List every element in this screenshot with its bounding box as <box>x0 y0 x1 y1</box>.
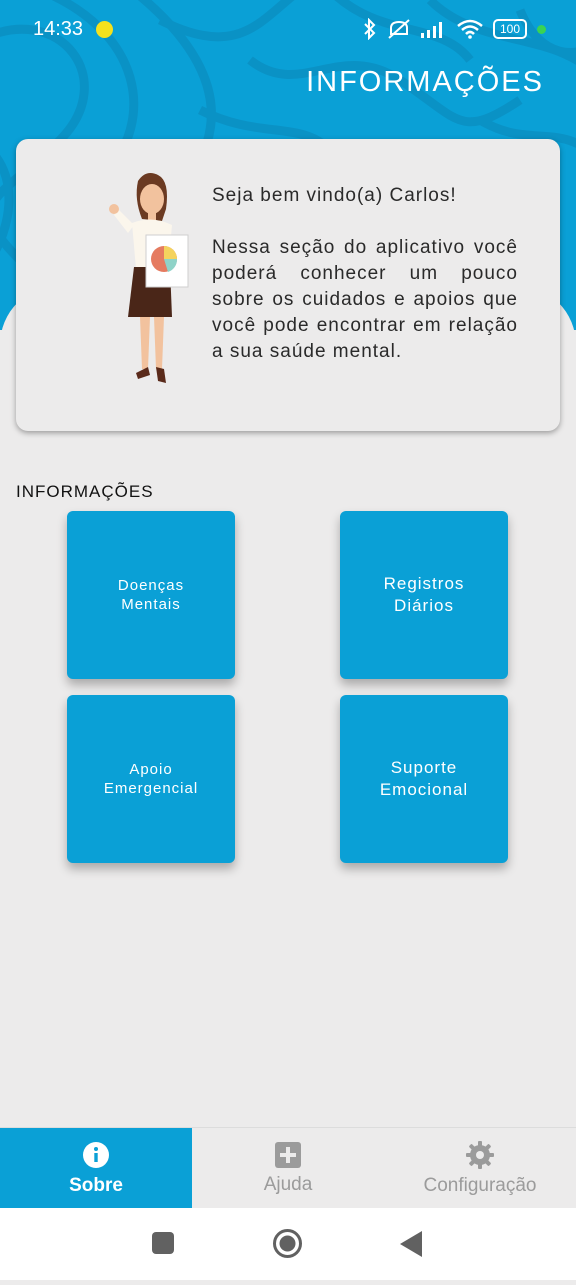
nav-item-sobre[interactable]: Sobre <box>0 1128 192 1209</box>
status-icons: 100 <box>363 18 546 40</box>
nav-label: Sobre <box>69 1174 123 1196</box>
plus-box-icon <box>275 1141 301 1168</box>
page-title: INFORMAÇÕES <box>306 66 544 98</box>
tile-suporte-emocional[interactable]: Suporte Emocional <box>340 695 508 863</box>
battery-indicator: 100 <box>492 19 527 39</box>
mute-icon <box>388 19 410 39</box>
tile-label: Doenças Mentais <box>117 577 185 613</box>
status-time: 14:33 <box>33 18 84 40</box>
status-bar: 14:33 100 <box>0 0 576 60</box>
wifi-icon <box>457 19 483 39</box>
welcome-text: Seja bem vindo(a) Carlos! Nessa seção do… <box>212 183 518 391</box>
tile-registros-diarios[interactable]: Registros Diários <box>340 511 508 679</box>
privacy-dot <box>537 24 546 34</box>
app-notification-icon <box>96 21 113 38</box>
welcome-card: Seja bem vindo(a) Carlos! Nessa seção do… <box>16 139 560 431</box>
tile-label: Registros Diários <box>383 574 465 615</box>
woman-presenter-illustration <box>109 173 189 383</box>
bottom-navigation: Sobre Ajuda Configuração <box>0 1127 576 1209</box>
tile-doencas-mentais[interactable]: Doenças Mentais <box>67 511 235 679</box>
bluetooth-icon <box>364 18 376 40</box>
tile-apoio-emergencial[interactable]: Apoio Emergencial <box>67 695 235 863</box>
tile-label: Apoio Emergencial <box>103 761 199 797</box>
signal-icon <box>420 22 442 38</box>
welcome-greeting: Seja bem vindo(a) Carlos! <box>212 185 457 206</box>
home-circle-icon[interactable] <box>272 1228 303 1259</box>
section-label: INFORMAÇÕES <box>16 482 154 501</box>
recents-square-icon[interactable] <box>152 1232 174 1254</box>
back-triangle-icon[interactable] <box>400 1231 424 1257</box>
system-navigation-bar <box>0 1208 576 1280</box>
info-icon <box>83 1141 109 1168</box>
gear-icon <box>466 1140 494 1169</box>
nav-item-ajuda[interactable]: Ajuda <box>192 1128 384 1209</box>
nav-item-configuracao[interactable]: Configuração <box>384 1128 576 1209</box>
nav-label: Ajuda <box>263 1173 313 1195</box>
welcome-message: Nessa seção do aplicativo você poderá co… <box>212 237 518 362</box>
tile-label: Suporte Emocional <box>379 758 469 799</box>
nav-label: Configuração <box>423 1174 537 1196</box>
